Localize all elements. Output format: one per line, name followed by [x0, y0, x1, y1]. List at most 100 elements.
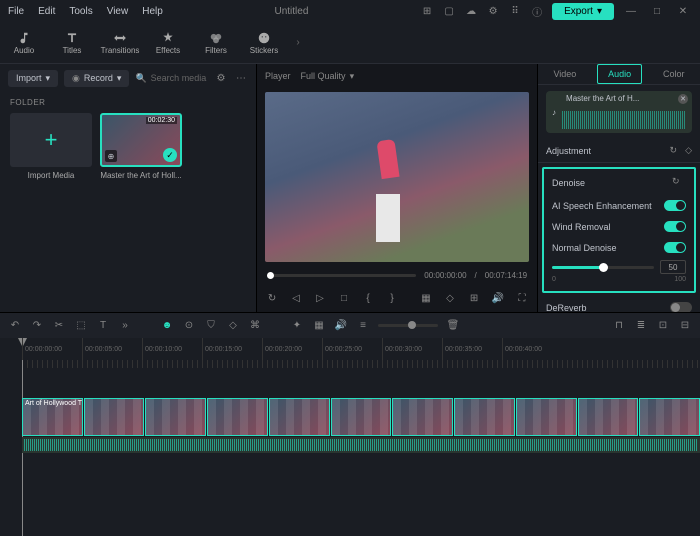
- prev-frame-icon[interactable]: ◁: [289, 291, 303, 305]
- wind-toggle[interactable]: [664, 221, 686, 232]
- audio-track[interactable]: [22, 437, 700, 453]
- scale-min: 0: [552, 276, 556, 283]
- adjustment-heading: Adjustment: [546, 146, 591, 156]
- more-tools-icon[interactable]: »: [118, 319, 132, 333]
- dereverb-toggle[interactable]: [670, 302, 692, 312]
- tab-audio[interactable]: Audio: [0, 27, 48, 59]
- preview-viewport[interactable]: [265, 92, 529, 262]
- audio-clip-chip[interactable]: ♪ Master the Art of H... ✕: [546, 91, 692, 133]
- tab-filters[interactable]: Filters: [192, 27, 240, 59]
- zoom-slider[interactable]: [378, 324, 438, 327]
- reset-icon[interactable]: ↻: [670, 145, 678, 156]
- zoom-fit-icon[interactable]: ⊟: [678, 319, 692, 333]
- more-icon[interactable]: ⋯: [234, 71, 248, 85]
- crop-icon[interactable]: ⬚: [74, 319, 88, 333]
- tab-stickers[interactable]: Stickers: [240, 27, 288, 59]
- normal-denoise-toggle[interactable]: [664, 242, 686, 253]
- fullscreen-icon[interactable]: ⛶: [515, 291, 529, 305]
- menu-help[interactable]: Help: [142, 6, 163, 17]
- timeline-clip[interactable]: [331, 398, 392, 436]
- speed-icon[interactable]: ⊙: [182, 319, 196, 333]
- sparkle-icon[interactable]: ✦: [290, 319, 304, 333]
- clip-duration: 00:02:30: [146, 117, 177, 124]
- normal-denoise-slider[interactable]: [552, 266, 654, 269]
- search-media[interactable]: 🔍Search media: [135, 73, 208, 84]
- volume-tool-icon[interactable]: 🔊: [334, 319, 348, 333]
- tab-video[interactable]: Video: [543, 65, 586, 83]
- timeline-clip[interactable]: [269, 398, 330, 436]
- search-icon: 🔍: [135, 73, 146, 84]
- timeline-clip[interactable]: [392, 398, 453, 436]
- magnet-icon[interactable]: ⊓: [612, 319, 626, 333]
- settings-icon[interactable]: ⚙: [486, 4, 500, 18]
- menu-view[interactable]: View: [107, 6, 129, 17]
- normal-denoise-value[interactable]: 50: [660, 260, 686, 274]
- snapshot-icon[interactable]: ▦: [419, 291, 433, 305]
- timeline-clip[interactable]: [639, 398, 700, 436]
- marker-icon[interactable]: ◇: [443, 291, 457, 305]
- image-icon[interactable]: ▢: [442, 4, 456, 18]
- timeline-clip[interactable]: [207, 398, 268, 436]
- media-panel: Import▾ ◉Record▾ 🔍Search media ⚙ ⋯ FOLDE…: [0, 64, 257, 312]
- remove-clip-icon[interactable]: ✕: [678, 94, 688, 104]
- maximize-button[interactable]: □: [648, 6, 666, 17]
- link-icon[interactable]: ⌘: [248, 319, 262, 333]
- filter-icon[interactable]: ⚙: [214, 71, 228, 85]
- text-tool-icon[interactable]: T: [96, 319, 110, 333]
- timeline-clip[interactable]: Art of Hollywood Titles - Wondershare Fi…: [22, 398, 83, 436]
- timeline-ruler[interactable]: 00:00:00:00 00:00:05:00 00:00:10:00 00:0…: [0, 338, 700, 360]
- media-clip-tile[interactable]: 00:02:30 ⊕ ✓ Master the Art of Holl...: [100, 113, 182, 180]
- timeline-clip[interactable]: [145, 398, 206, 436]
- keyframe-icon[interactable]: ◇: [685, 145, 692, 156]
- mark-out-icon[interactable]: }: [385, 291, 399, 305]
- timeline-clip[interactable]: [84, 398, 145, 436]
- grid-icon[interactable]: ⠿: [508, 4, 522, 18]
- import-media-tile[interactable]: + Import Media: [10, 113, 92, 180]
- adjust-icon[interactable]: ≡: [356, 319, 370, 333]
- layers-icon[interactable]: ▦: [312, 319, 326, 333]
- minimize-button[interactable]: —: [622, 6, 640, 17]
- timeline-clip[interactable]: [516, 398, 577, 436]
- wind-label: Wind Removal: [552, 222, 611, 232]
- undo-icon[interactable]: ↶: [8, 319, 22, 333]
- tab-transitions[interactable]: Transitions: [96, 27, 144, 59]
- tab-effects[interactable]: Effects: [144, 27, 192, 59]
- tab-color[interactable]: Color: [653, 65, 695, 83]
- mark-in-icon[interactable]: {: [361, 291, 375, 305]
- menu-edit[interactable]: Edit: [38, 6, 55, 17]
- timeline-clip[interactable]: [578, 398, 639, 436]
- marker-tool-icon[interactable]: ◇: [226, 319, 240, 333]
- reset-denoise-icon[interactable]: ↻: [672, 176, 686, 190]
- timeline-toolbar: ↶ ↷ ✂ ⬚ T » ☻ ⊙ ⛉ ◇ ⌘ ✦ ▦ 🔊 ≡ 🗑 ⊓ ≣ ⊡ ⊟: [0, 312, 700, 338]
- export-button[interactable]: Export▾: [552, 3, 614, 20]
- scrub-bar[interactable]: [267, 274, 416, 277]
- track-options-icon[interactable]: ≣: [634, 319, 648, 333]
- cut-icon[interactable]: ✂: [52, 319, 66, 333]
- menu-tools[interactable]: Tools: [69, 6, 92, 17]
- fit-icon[interactable]: ⊡: [656, 319, 670, 333]
- menu-file[interactable]: File: [8, 6, 24, 17]
- video-track[interactable]: Art of Hollywood Titles - Wondershare Fi…: [22, 398, 700, 436]
- ai-speech-toggle[interactable]: [664, 200, 686, 211]
- cloud-icon[interactable]: ☁: [464, 4, 478, 18]
- loop-icon[interactable]: ↻: [265, 291, 279, 305]
- info-icon[interactable]: ⓘ: [530, 4, 544, 18]
- delete-icon[interactable]: 🗑: [446, 319, 460, 333]
- tab-titles[interactable]: Titles: [48, 27, 96, 59]
- redo-icon[interactable]: ↷: [30, 319, 44, 333]
- display-icon[interactable]: ⊞: [420, 4, 434, 18]
- tabs-more[interactable]: ›: [288, 37, 308, 48]
- shield-icon[interactable]: ⛉: [204, 319, 218, 333]
- close-button[interactable]: ✕: [674, 6, 692, 17]
- ai-tool-icon[interactable]: ☻: [160, 319, 174, 333]
- timeline-clip[interactable]: [454, 398, 515, 436]
- add-to-timeline-icon[interactable]: ⊕: [105, 150, 117, 162]
- display-settings-icon[interactable]: ⊞: [467, 291, 481, 305]
- stop-icon[interactable]: □: [337, 291, 351, 305]
- volume-icon[interactable]: 🔊: [491, 291, 505, 305]
- record-dropdown[interactable]: ◉Record▾: [64, 70, 129, 87]
- quality-dropdown[interactable]: Full Quality▾: [301, 71, 355, 82]
- import-dropdown[interactable]: Import▾: [8, 70, 58, 87]
- play-icon[interactable]: ▷: [313, 291, 327, 305]
- tab-audio-props[interactable]: Audio: [597, 64, 642, 84]
